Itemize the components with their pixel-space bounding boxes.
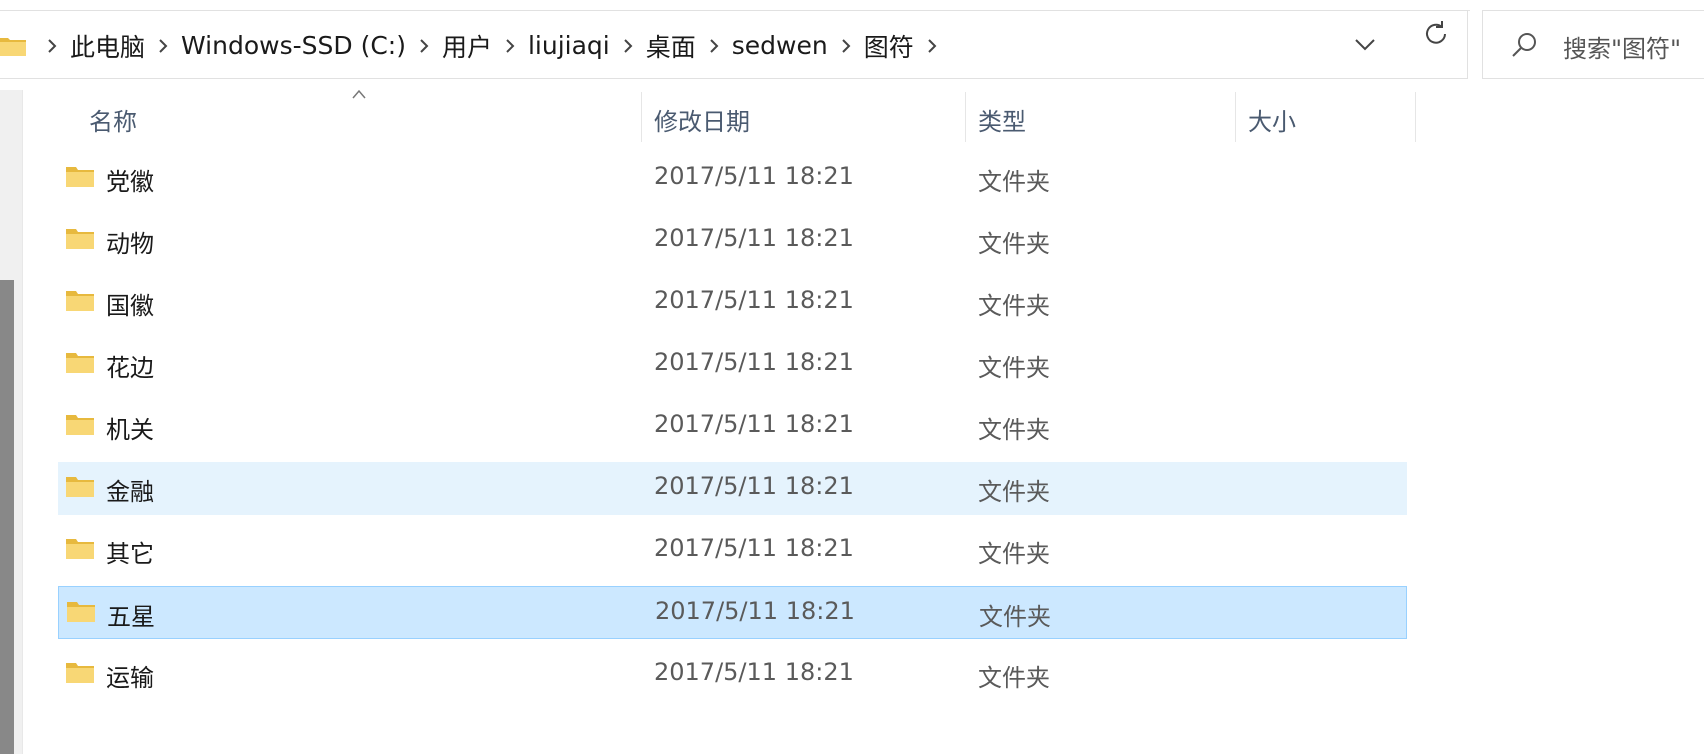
file-row[interactable]: 党徽 2017/5/11 18:21 文件夹 [58,152,1407,205]
refresh-icon[interactable] [1420,18,1452,50]
breadcrumb-item[interactable]: 桌面 [640,28,702,64]
file-type: 文件夹 [978,168,1050,196]
file-row[interactable]: 机关 2017/5/11 18:21 文件夹 [58,400,1407,453]
navigation-scrollbar-thumb[interactable] [0,280,14,754]
folder-icon [66,353,94,373]
folder-icon [66,291,94,311]
breadcrumb-item[interactable]: 此电脑 [64,28,151,64]
file-type: 文件夹 [979,603,1051,631]
column-header-type[interactable]: 类型 [966,90,1234,146]
column-header-name[interactable]: 名称 [60,90,640,146]
column-label: 类型 [978,108,1026,136]
file-modified: 2017/5/11 18:21 [654,224,854,252]
breadcrumb: 此电脑 Windows-SSD (C:) 用户 liujiaqi 桌面 sedwen 图符 [0,11,944,80]
file-row[interactable]: 金融 2017/5/11 18:21 文件夹 [58,462,1407,515]
file-name: 动物 [106,230,154,258]
file-type: 文件夹 [978,478,1050,506]
folder-icon [66,415,94,435]
file-name: 五星 [107,603,155,631]
column-label: 大小 [1248,108,1296,136]
file-modified: 2017/5/11 18:21 [654,472,854,500]
folder-icon [66,477,94,497]
chevron-right-icon[interactable] [46,37,58,55]
breadcrumb-item[interactable]: sedwen [726,31,834,60]
file-type: 文件夹 [978,664,1050,692]
breadcrumb-item[interactable]: Windows-SSD (C:) [175,31,412,60]
file-modified: 2017/5/11 18:21 [654,410,854,438]
chevron-right-icon[interactable] [504,37,516,55]
file-name: 其它 [106,540,154,568]
file-row[interactable]: 动物 2017/5/11 18:21 文件夹 [58,214,1407,267]
chevron-right-icon[interactable] [622,37,634,55]
file-name: 国徽 [106,292,154,320]
file-modified: 2017/5/11 18:21 [654,534,854,562]
file-row[interactable]: 国徽 2017/5/11 18:21 文件夹 [58,276,1407,329]
divider [22,90,23,754]
breadcrumb-item[interactable]: liujiaqi [522,31,616,60]
file-modified: 2017/5/11 18:21 [655,597,855,625]
file-type: 文件夹 [978,354,1050,382]
folder-icon [66,663,94,683]
file-name: 党徽 [106,168,154,196]
column-label: 修改日期 [654,108,750,136]
column-divider[interactable] [1415,92,1416,142]
folder-icon [66,539,94,559]
file-type: 文件夹 [978,230,1050,258]
file-name: 机关 [106,416,154,444]
file-type: 文件夹 [978,416,1050,444]
file-row[interactable]: 运输 2017/5/11 18:21 文件夹 [58,648,1407,701]
chevron-right-icon[interactable] [418,37,430,55]
column-label: 名称 [89,108,137,136]
search-icon [1512,33,1536,57]
file-row[interactable]: 花边 2017/5/11 18:21 文件夹 [58,338,1407,391]
file-name: 花边 [106,354,154,382]
breadcrumb-item[interactable]: 图符 [858,28,920,64]
file-modified: 2017/5/11 18:21 [654,658,854,686]
column-header-size[interactable]: 大小 [1236,90,1414,146]
file-modified: 2017/5/11 18:21 [654,286,854,314]
file-name: 运输 [106,664,154,692]
chevron-right-icon[interactable] [708,37,720,55]
chevron-down-icon[interactable] [1350,30,1380,60]
chevron-right-icon[interactable] [157,37,169,55]
file-name: 金融 [106,478,154,506]
folder-icon [66,167,94,187]
file-row[interactable]: 其它 2017/5/11 18:21 文件夹 [58,524,1407,577]
folder-icon [67,602,95,622]
chevron-right-icon[interactable] [840,37,852,55]
chevron-right-icon[interactable] [926,37,938,55]
file-type: 文件夹 [978,540,1050,568]
breadcrumb-item[interactable]: 用户 [436,28,498,64]
address-bar[interactable]: 此电脑 Windows-SSD (C:) 用户 liujiaqi 桌面 sedwen 图符 [0,10,1468,79]
file-modified: 2017/5/11 18:21 [654,162,854,190]
search-box[interactable]: 搜索"图符" [1482,10,1704,79]
file-modified: 2017/5/11 18:21 [654,348,854,376]
folder-icon [0,37,26,56]
column-header-modified[interactable]: 修改日期 [642,90,964,146]
search-input[interactable]: 搜索"图符" [1563,29,1681,64]
file-row[interactable]: 五星 2017/5/11 18:21 文件夹 [58,586,1407,639]
file-type: 文件夹 [978,292,1050,320]
toolbar: 此电脑 Windows-SSD (C:) 用户 liujiaqi 桌面 sedwen 图符 … [0,0,1704,88]
folder-icon [66,229,94,249]
